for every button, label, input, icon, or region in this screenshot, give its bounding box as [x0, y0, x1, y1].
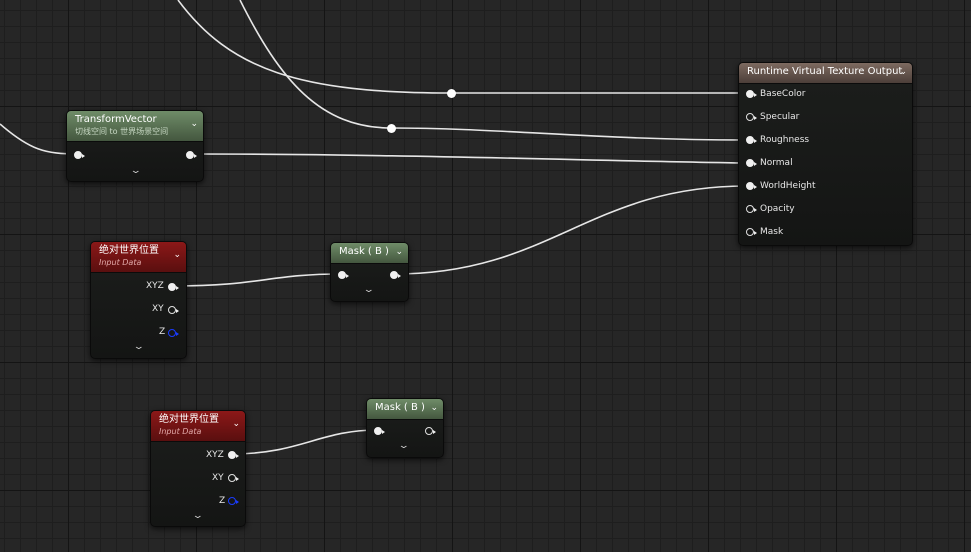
chevron-down-icon[interactable]: ⌄ — [190, 119, 198, 129]
mask-b-node[interactable]: Mask ( B ) ⌄ ⌄ — [330, 242, 409, 302]
chevron-down-icon[interactable]: ⌄ — [899, 67, 907, 77]
wire-xyz-to-mask2[interactable] — [231, 429, 378, 455]
absolute-world-position-node[interactable]: 绝对世界位置 Input Data ⌄ XYZ XY Z ⌄ — [150, 410, 246, 527]
chevron-down-icon[interactable]: ⌄ — [173, 250, 181, 260]
pin-label-z: Z — [159, 327, 166, 337]
input-pin[interactable] — [74, 151, 85, 159]
transform-vector-node[interactable]: TransformVector 切线空间 to 世界场景空间 ⌄ ⌄ — [66, 110, 204, 182]
expand-chevron-icon[interactable]: ⌄ — [130, 166, 142, 176]
pin-opacity[interactable] — [746, 205, 757, 213]
output-pin[interactable] — [425, 427, 436, 435]
input-pin[interactable] — [374, 427, 385, 435]
chevron-down-icon[interactable]: ⌄ — [395, 247, 403, 257]
pin-label-xy: XY — [152, 304, 164, 314]
pin-label-roughness: Roughness — [760, 135, 810, 145]
pin-label-normal: Normal — [760, 158, 793, 168]
output-pin[interactable] — [186, 151, 197, 159]
output-pin-z[interactable] — [168, 329, 179, 337]
node-header[interactable]: 绝对世界位置 Input Data ⌄ — [91, 242, 186, 273]
pin-label-worldheight: WorldHeight — [760, 181, 816, 191]
wire-basecolor[interactable] — [177, 0, 746, 94]
input-pin[interactable] — [338, 271, 349, 279]
pin-label-opacity: Opacity — [760, 204, 795, 214]
node-header[interactable]: Runtime Virtual Texture Output ⌄ — [739, 63, 912, 84]
node-header[interactable]: 绝对世界位置 Input Data ⌄ — [151, 411, 245, 442]
expand-chevron-icon[interactable]: ⌄ — [363, 285, 375, 295]
reroute-node-basecolor[interactable] — [447, 89, 456, 98]
chevron-down-icon[interactable]: ⌄ — [430, 403, 438, 413]
node-header[interactable]: Mask ( B ) ⌄ — [331, 243, 408, 264]
wire-xyz-to-mask1[interactable] — [173, 273, 342, 287]
wire-roughness[interactable] — [239, 0, 747, 141]
chevron-down-icon[interactable]: ⌄ — [232, 419, 240, 429]
expand-chevron-icon[interactable]: ⌄ — [133, 342, 145, 352]
node-title: Mask ( B ) — [375, 402, 425, 413]
pin-roughness[interactable] — [746, 136, 757, 144]
reroute-node-roughness[interactable] — [387, 124, 396, 133]
pin-label-specular: Specular — [760, 112, 800, 122]
node-subtitle: 切线空间 to 世界场景空间 — [75, 127, 169, 136]
output-pin[interactable] — [390, 271, 401, 279]
pin-label-xyz: XYZ — [206, 450, 224, 460]
pin-basecolor[interactable] — [746, 90, 757, 98]
pin-worldheight[interactable] — [746, 182, 757, 190]
output-pin-xy[interactable] — [168, 306, 179, 314]
wire-normal[interactable] — [190, 153, 747, 164]
pin-normal[interactable] — [746, 159, 757, 167]
node-header[interactable]: TransformVector 切线空间 to 世界场景空间 ⌄ — [67, 111, 203, 142]
pin-mask[interactable] — [746, 228, 757, 236]
wire-worldheight[interactable] — [394, 185, 747, 275]
mask-b-node[interactable]: Mask ( B ) ⌄ ⌄ — [366, 398, 444, 458]
pin-label-xy: XY — [212, 473, 224, 483]
output-pin-xy[interactable] — [228, 474, 239, 482]
pin-specular[interactable] — [746, 113, 757, 121]
output-pin-z[interactable] — [228, 497, 239, 505]
pin-label-xyz: XYZ — [146, 281, 164, 291]
absolute-world-position-node[interactable]: 绝对世界位置 Input Data ⌄ XYZ XY Z ⌄ — [90, 241, 187, 359]
expand-chevron-icon[interactable]: ⌄ — [192, 511, 204, 521]
expand-chevron-icon[interactable]: ⌄ — [398, 441, 410, 451]
output-pin-xyz[interactable] — [168, 283, 179, 291]
output-pin-xyz[interactable] — [228, 451, 239, 459]
pin-label-z: Z — [219, 496, 226, 506]
pin-label-mask: Mask — [760, 227, 784, 237]
node-title: Runtime Virtual Texture Output — [747, 66, 903, 77]
pin-label-basecolor: BaseColor — [760, 89, 806, 99]
rvt-output-node[interactable]: Runtime Virtual Texture Output ⌄ BaseCol… — [738, 62, 913, 246]
node-title: Mask ( B ) — [339, 246, 389, 257]
node-header[interactable]: Mask ( B ) ⌄ — [367, 399, 443, 420]
